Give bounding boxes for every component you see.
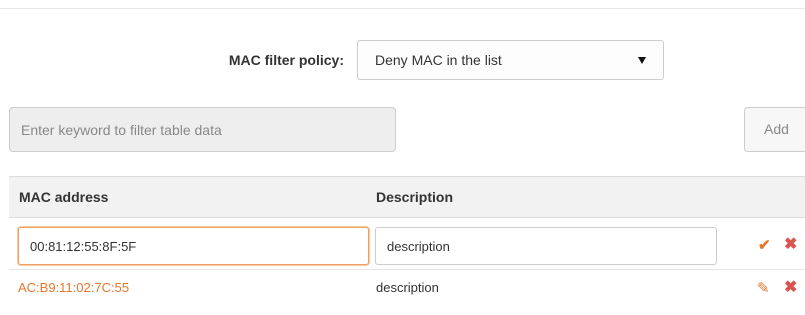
mac-filter-policy-row: MAC filter policy: Deny MAC in the list	[0, 40, 805, 80]
caret-down-icon	[638, 57, 646, 64]
check-icon[interactable]: ✔	[758, 238, 771, 254]
mac-address-link[interactable]: AC:B9:11:02:7C:55	[18, 270, 129, 306]
policy-select-value: Deny MAC in the list	[375, 52, 502, 68]
description-cell: description	[376, 280, 439, 295]
pencil-icon[interactable]: ✎	[757, 281, 770, 297]
close-icon[interactable]: ✖	[784, 280, 797, 296]
top-divider	[0, 8, 805, 9]
column-header-description: Description	[376, 189, 454, 205]
table-row-editing: ✔ ✖	[9, 218, 805, 270]
column-header-mac: MAC address	[19, 189, 109, 205]
table-filter-input[interactable]	[9, 107, 396, 152]
close-icon[interactable]: ✖	[784, 237, 797, 253]
table-row: AC:B9:11:02:7C:55 description ✎ ✖	[9, 270, 805, 308]
mac-address-field[interactable]	[18, 227, 369, 265]
mac-table: MAC address Description ✔ ✖ AC:B9:11:02:…	[9, 176, 805, 308]
add-button[interactable]: Add	[744, 107, 805, 152]
table-header: MAC address Description	[9, 176, 805, 218]
description-field[interactable]	[375, 227, 717, 265]
policy-label: MAC filter policy:	[228, 52, 344, 68]
policy-select[interactable]: Deny MAC in the list	[357, 40, 664, 80]
